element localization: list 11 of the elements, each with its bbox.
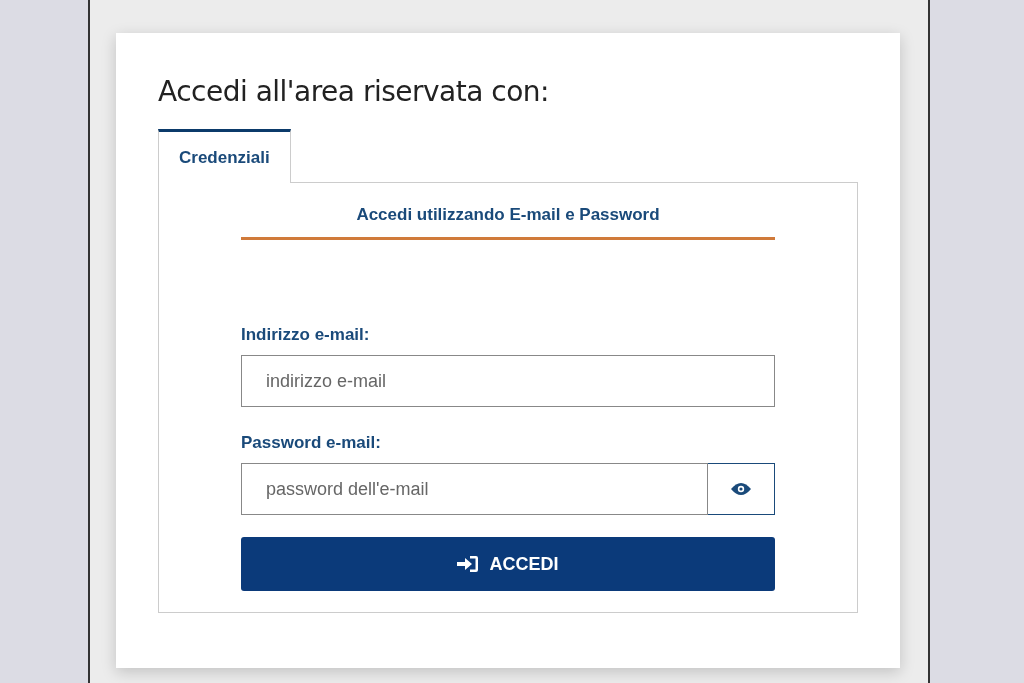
field-label: Indirizzo e-mail:	[241, 325, 371, 345]
form-subtitle: Accedi utilizzando E-mail e Password	[241, 205, 775, 240]
page-title: Accedi all'area riservata con:	[158, 75, 550, 108]
email-field[interactable]: indirizzo e-mail	[241, 355, 775, 407]
password-field[interactable]: password dell'e-mail	[241, 463, 708, 515]
login-button[interactable]: ACCEDI	[241, 537, 775, 591]
field-label: Password e-mail:	[241, 433, 382, 453]
show-password-button[interactable]	[708, 463, 775, 515]
eye-icon	[730, 482, 752, 496]
tab[interactable]: Credenziali	[158, 129, 291, 183]
sign-in-icon	[457, 555, 480, 573]
